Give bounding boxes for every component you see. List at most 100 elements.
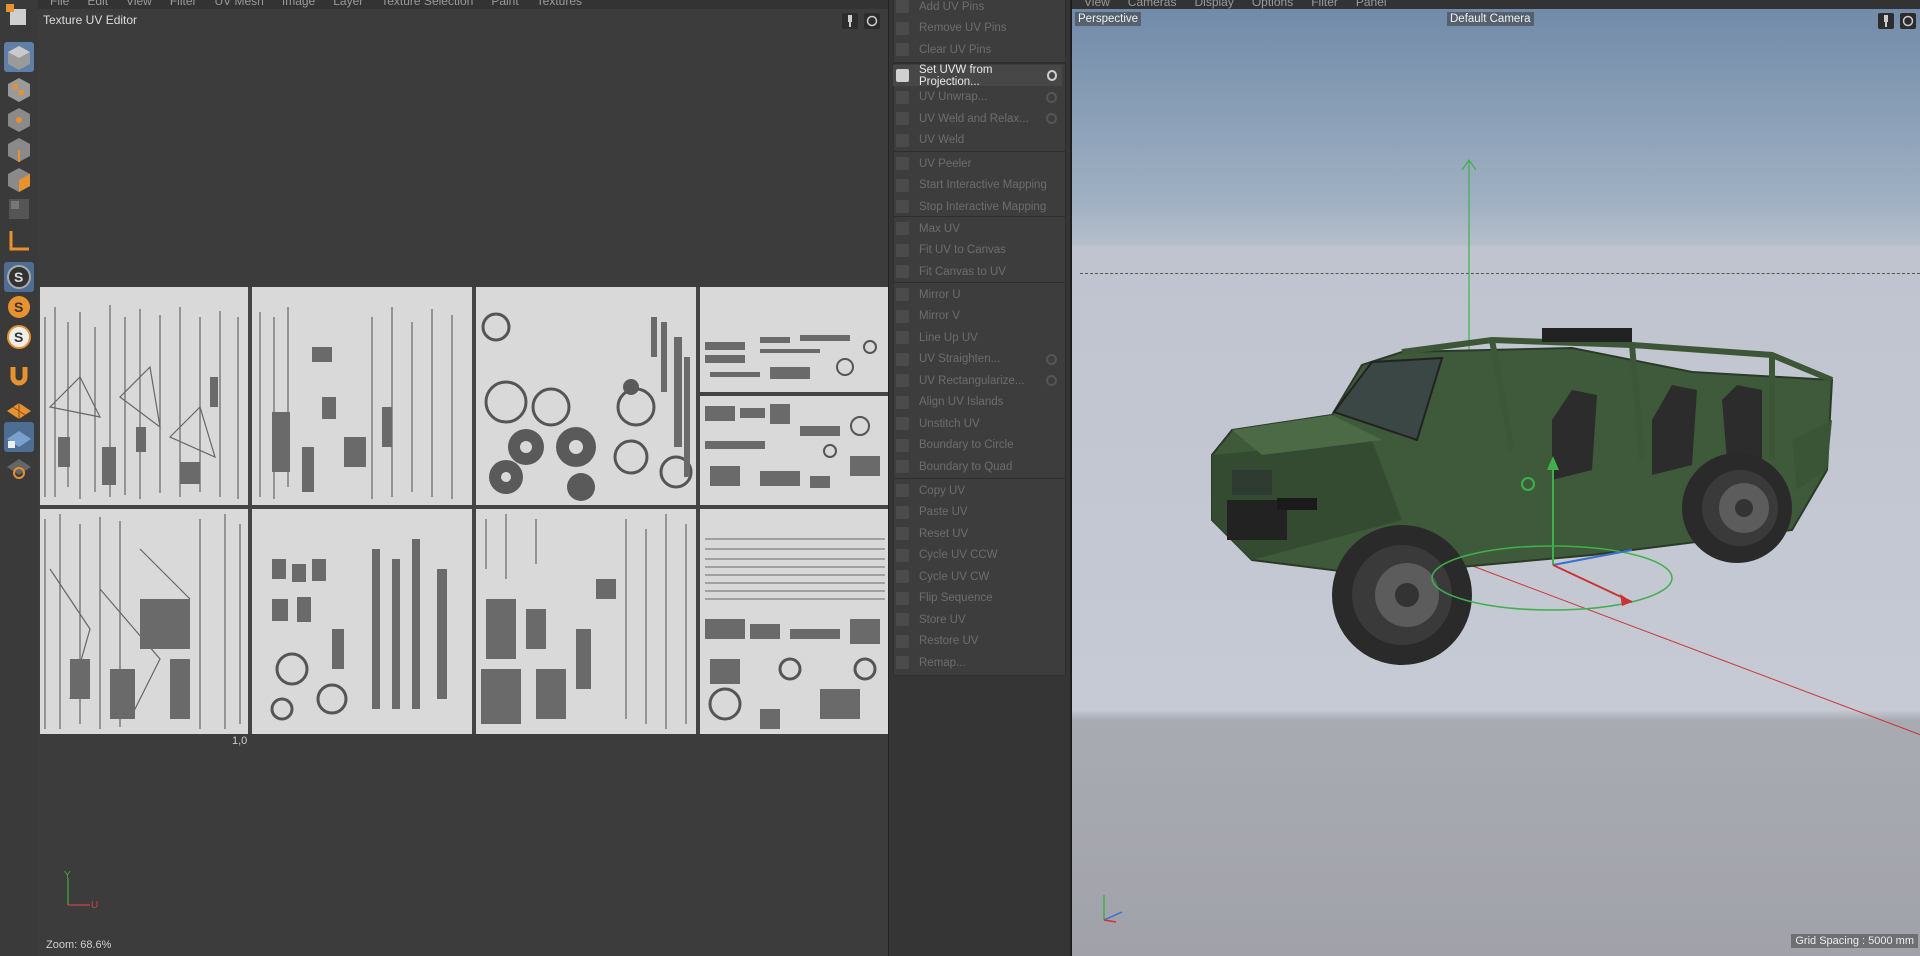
workplane-icon[interactable] [4, 394, 34, 424]
axis-y-label: Y [64, 870, 71, 881]
menu-layer[interactable]: Layer [333, 0, 363, 9]
uv-tile [700, 287, 888, 392]
uv-tile [700, 509, 888, 734]
command-icon [896, 570, 909, 583]
menu-file[interactable]: File [50, 0, 69, 9]
menu-paint[interactable]: Paint [491, 0, 518, 9]
command-boundary-to-circle[interactable]: Boundary to Circle [893, 435, 1062, 456]
command-icon [896, 395, 909, 409]
command-reset-uv[interactable]: Reset UV [893, 523, 1062, 544]
uv-tile [252, 509, 472, 734]
polygons-mode-icon[interactable] [4, 164, 34, 194]
app-logo-icon [4, 2, 34, 32]
snap-settings-icon[interactable]: S [4, 292, 34, 322]
menu-uv-mesh[interactable]: UV Mesh [215, 0, 264, 9]
command-fit-uv-to-canvas[interactable]: Fit UV to Canvas [893, 240, 1062, 261]
command-store-uv[interactable]: Store UV [893, 609, 1062, 630]
command-icon [896, 634, 909, 648]
menu-view[interactable]: View [126, 0, 152, 9]
command-cycle-uv-ccw[interactable]: Cycle UV CCW [893, 545, 1062, 566]
menu-edit[interactable]: Edit [87, 0, 108, 9]
command-label: Mirror V [919, 310, 960, 322]
command-icon [896, 484, 909, 497]
command-cycle-uv-cw[interactable]: Cycle UV CW [893, 566, 1062, 587]
command-restore-uv[interactable]: Restore UV [893, 631, 1062, 652]
gear-icon[interactable] [1046, 353, 1057, 365]
command-remap[interactable]: Remap... [893, 652, 1062, 673]
command-add-uv-pins[interactable]: Add UV Pins [893, 0, 1062, 17]
command-icon [896, 222, 909, 235]
command-uv-weld[interactable]: UV Weld [893, 130, 1062, 151]
magnet-icon[interactable] [4, 360, 34, 390]
command-mirror-u[interactable]: Mirror U [893, 284, 1062, 305]
model-mode-icon[interactable] [4, 42, 34, 72]
gear-icon[interactable] [1046, 113, 1057, 124]
uv-tile [476, 509, 696, 734]
command-icon [896, 460, 909, 473]
command-label: UV Straighten... [919, 353, 1001, 365]
command-label: Reset UV [919, 527, 969, 540]
refresh-icon[interactable] [864, 13, 880, 29]
snap-quantize-icon[interactable]: S [4, 322, 34, 352]
command-line-up-uv[interactable]: Line Up UV [893, 327, 1062, 348]
command-unstitch-uv[interactable]: Unstitch UV [893, 413, 1062, 434]
command-label: Max UV [919, 222, 960, 235]
command-label: Cycle UV CW [919, 570, 990, 583]
command-set-uvw-from-projection[interactable]: Set UVW from Projection... [893, 63, 1062, 88]
gear-icon[interactable] [1046, 70, 1057, 81]
command-label: Paste UV [919, 506, 968, 518]
command-uv-peeler[interactable]: UV Peeler [893, 153, 1062, 174]
command-label: Flip Sequence [919, 592, 993, 604]
uv-tile [476, 287, 696, 505]
command-label: Restore UV [919, 635, 979, 647]
command-label: Remove UV Pins [919, 22, 1007, 34]
command-align-uv-islands[interactable]: Align UV Islands [893, 392, 1062, 413]
command-clear-uv-pins[interactable]: Clear UV Pins [893, 39, 1062, 60]
menu-image[interactable]: Image [282, 0, 315, 9]
command-icon [896, 309, 909, 323]
perspective-viewport[interactable]: View Cameras Display Options Filter Pane… [1071, 0, 1920, 956]
command-icon [896, 331, 909, 344]
command-flip-sequence[interactable]: Flip Sequence [893, 588, 1062, 609]
gear-icon[interactable] [1046, 91, 1057, 103]
command-uv-straighten[interactable]: UV Straighten... [893, 349, 1062, 370]
command-uv-unwrap[interactable]: UV Unwrap... [893, 87, 1062, 108]
command-fit-canvas-to-uv[interactable]: Fit Canvas to UV [893, 261, 1062, 282]
command-label: Boundary to Circle [919, 439, 1014, 451]
command-uv-weld-and-relax[interactable]: UV Weld and Relax... [893, 108, 1062, 129]
command-boundary-to-quad[interactable]: Boundary to Quad [893, 456, 1062, 477]
uv-coordinate-label: 1,0 [232, 735, 248, 747]
command-label: UV Weld [919, 134, 965, 146]
command-label: Fit UV to Canvas [919, 244, 1006, 256]
menu-filter[interactable]: Filter [170, 0, 197, 9]
command-label: Set UVW from Projection... [919, 63, 993, 88]
command-stop-interactive-mapping[interactable]: Stop Interactive Mapping [893, 196, 1062, 217]
planar-workplane-icon[interactable] [4, 452, 34, 482]
command-mirror-v[interactable]: Mirror V [893, 306, 1062, 327]
locked-workplane-icon[interactable] [4, 422, 34, 452]
points-mode-icon[interactable] [4, 104, 34, 134]
command-uv-rectangularize[interactable]: UV Rectangularize... [893, 370, 1062, 391]
svg-text:S: S [14, 299, 23, 315]
command-start-interactive-mapping[interactable]: Start Interactive Mapping [893, 175, 1062, 196]
pin-icon[interactable] [842, 13, 858, 29]
texture-mode-icon[interactable] [4, 74, 34, 104]
axis-mode-icon[interactable] [4, 226, 34, 256]
command-label: UV Unwrap... [919, 91, 988, 103]
edges-mode-icon[interactable] [4, 134, 34, 164]
command-label: Fit Canvas to UV [919, 265, 1006, 278]
svg-text:S: S [14, 269, 23, 285]
menu-textures[interactable]: Textures [537, 0, 582, 9]
scene-render [1103, 158, 1920, 923]
menu-texture-selection[interactable]: Texture Selection [381, 0, 473, 9]
uv-canvas[interactable] [40, 287, 888, 734]
texture-uv-editor-panel: File Edit View Filter UV Mesh Image Laye… [38, 0, 889, 956]
gear-icon[interactable] [1046, 375, 1057, 386]
command-copy-uv[interactable]: Copy UV [893, 480, 1062, 501]
tool-strip: S S S [0, 0, 39, 956]
snap-enable-icon[interactable]: S [4, 262, 34, 292]
uv-polygons-icon[interactable] [4, 194, 34, 224]
command-paste-uv[interactable]: Paste UV [893, 502, 1062, 523]
command-max-uv[interactable]: Max UV [893, 218, 1062, 239]
command-remove-uv-pins[interactable]: Remove UV Pins [893, 18, 1062, 39]
